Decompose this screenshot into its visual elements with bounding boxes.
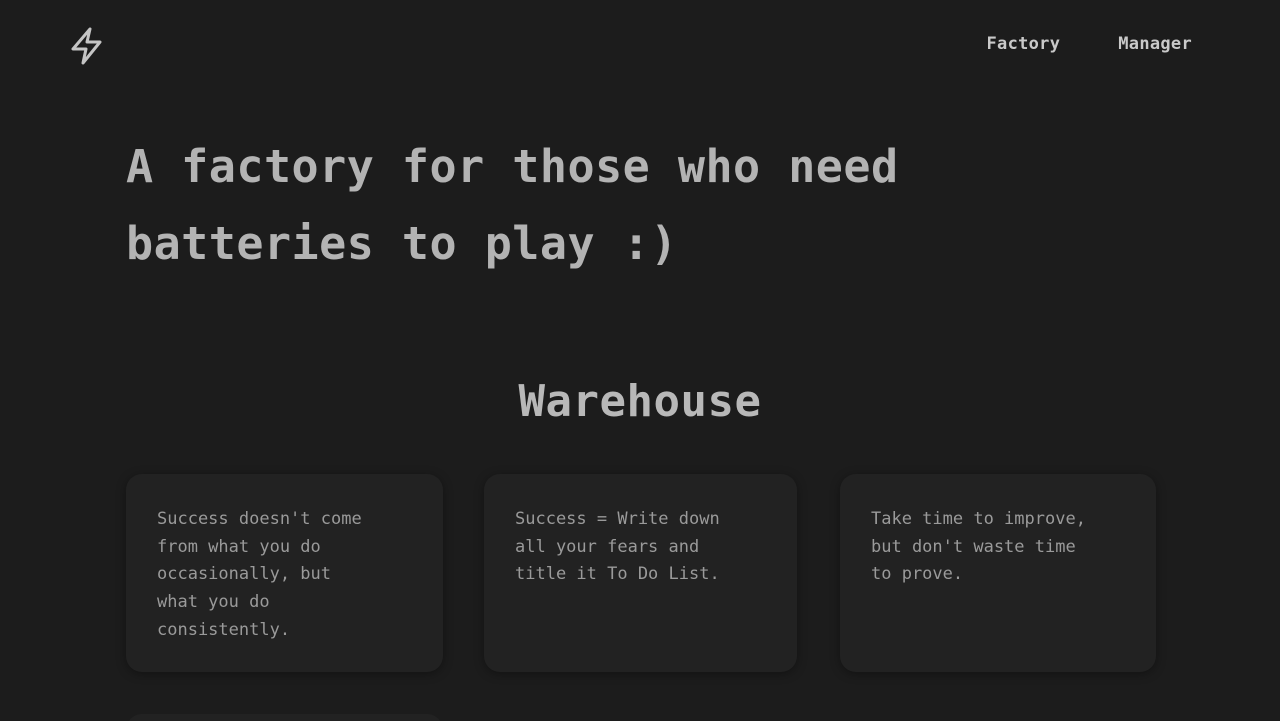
quote-card[interactable]: Success = Write down all your fears and … xyxy=(484,474,797,672)
nav-link-factory[interactable]: Factory xyxy=(987,34,1061,54)
nav-link-manager[interactable]: Manager xyxy=(1118,34,1192,54)
quote-card[interactable]: Take time to improve, but don't waste ti… xyxy=(840,474,1156,672)
navbar: Factory Manager xyxy=(0,0,1280,90)
logo-link[interactable] xyxy=(67,26,107,66)
warehouse-title: Warehouse xyxy=(518,376,762,427)
quote-text: Take time to improve, but don't waste ti… xyxy=(871,509,1086,585)
page: Factory Manager A factory for those who … xyxy=(0,0,1280,721)
quote-text: Success = Write down all your fears and … xyxy=(515,509,720,585)
quote-card-partial xyxy=(126,714,443,721)
nav-links: Factory Manager xyxy=(987,34,1193,54)
quote-cards: Success doesn't come from what you do oc… xyxy=(126,474,1156,674)
lightning-bolt-icon xyxy=(71,27,102,65)
quote-text: Success doesn't come from what you do oc… xyxy=(157,509,362,640)
hero-title: A factory for those who need batteries t… xyxy=(126,140,899,270)
quote-card[interactable]: Success doesn't come from what you do oc… xyxy=(126,474,443,672)
